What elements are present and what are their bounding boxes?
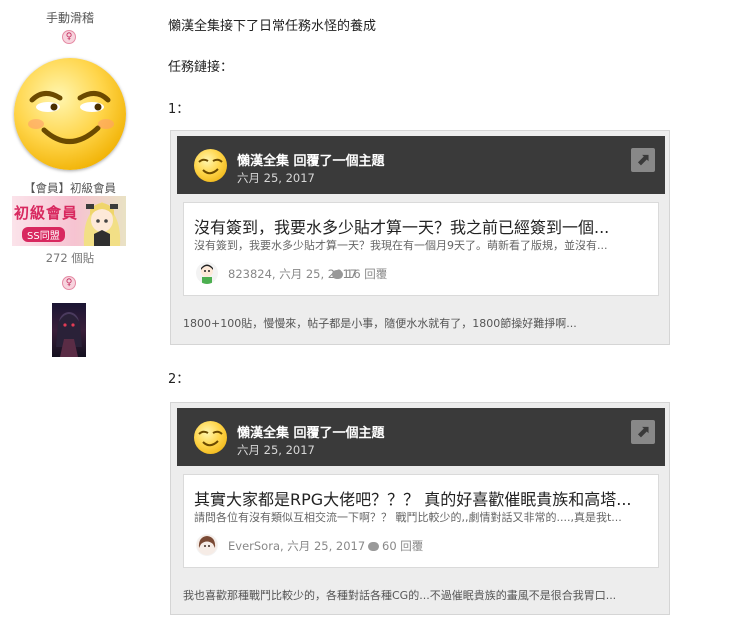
- thread-excerpt: 請問各位有沒有類似互相交流一下啊？？ 戰鬥比較少的,,劇情對話又非常的....,…: [194, 511, 622, 524]
- embedded-activity-card: 懶漢全集 回覆了一個主題 六月 25, 2017 ⬈ 其實大家都是RPG大佬吧？…: [170, 402, 670, 615]
- card-header: 懶漢全集 回覆了一個主題 六月 25, 2017 ⬈: [177, 408, 665, 466]
- embedded-activity-card: 懶漢全集 回覆了一個主題 六月 25, 2017 ⬈ 沒有簽到，我要水多少貼才算…: [170, 130, 670, 345]
- rank-badge-subtitle: SS同盟: [22, 227, 65, 242]
- reply-snippet: 我也喜歡那種戰鬥比較少的，各種對話各種CG的...不過催眠貴族的畫風不是很合我胃…: [183, 589, 617, 602]
- external-link-icon[interactable]: ⬈: [631, 420, 655, 444]
- author-avatar[interactable]: [194, 149, 227, 182]
- poster-avatar[interactable]: [196, 534, 218, 556]
- female-gender-icon: ♀: [62, 276, 76, 290]
- card-header: 懶漢全集 回覆了一個主題 六月 25, 2017 ⬈: [177, 136, 665, 194]
- female-gender-icon: ♀: [62, 30, 76, 44]
- user-avatar[interactable]: [14, 58, 126, 170]
- comment-bubble-icon: [332, 270, 343, 279]
- member-rank: 【會員】初級會員: [24, 181, 116, 195]
- reply-count-text: 16 回覆: [346, 267, 388, 281]
- rank-badge-title: 初級會員: [14, 204, 79, 222]
- smirk-face-icon: [198, 158, 223, 175]
- user-profile-column: 手動滑稽 ♀ 【會員】初級會員 初級會員 SS同盟 272 個貼 ♀: [0, 0, 140, 629]
- author-action[interactable]: 懶漢全集 回覆了一個主題: [237, 422, 385, 441]
- post-count: 272 個貼: [45, 251, 95, 265]
- chibi-avatar-icon: [201, 264, 213, 284]
- rank-badge-image: 初級會員 SS同盟: [12, 196, 126, 246]
- activity-date: 六月 25, 2017: [237, 171, 315, 185]
- activity-date: 六月 25, 2017: [237, 443, 315, 457]
- anime-girl-icon: [83, 202, 121, 246]
- smirk-face-icon: [198, 430, 223, 447]
- medal-badge-image: [52, 303, 86, 357]
- dark-character-icon: [56, 312, 82, 357]
- item-number-2: 2：: [168, 372, 190, 387]
- thread-preview[interactable]: 其實大家都是RPG大佬吧？？？ 真的好喜歡催眠貴族和高塔... 請問各位有沒有類…: [183, 474, 659, 568]
- external-link-icon[interactable]: ⬈: [631, 148, 655, 172]
- comment-bubble-icon: [368, 542, 379, 551]
- poster-and-date: EverSora, 六月 25, 2017: [228, 539, 366, 553]
- author-avatar[interactable]: [194, 421, 227, 454]
- reply-count: 60 回覆: [368, 538, 423, 554]
- thread-title[interactable]: 沒有簽到，我要水多少貼才算一天？我之前已經簽到一個...: [194, 214, 650, 238]
- brown-hair-girl-icon: [197, 535, 217, 555]
- item-number-1: 1：: [168, 102, 190, 117]
- reply-count: 16 回覆: [332, 266, 387, 282]
- thread-excerpt: 沒有簽到，我要水多少貼才算一天？我現在有一個月9天了。萌新看了版規，並沒有...: [194, 239, 608, 252]
- reply-count-text: 60 回覆: [382, 539, 424, 553]
- username-link[interactable]: 手動滑稽: [0, 9, 140, 26]
- reply-snippet: 1800+100貼，慢慢來，帖子都是小事，隨便水水就有了，1800節操好難掙啊.…: [183, 317, 577, 330]
- task-link-label: 任務鏈接：: [168, 60, 234, 75]
- thread-title[interactable]: 其實大家都是RPG大佬吧？？？ 真的好喜歡催眠貴族和高塔...: [194, 486, 650, 510]
- post-text-line: 懶漢全集接下了日常任務水怪的養成: [168, 19, 377, 34]
- smirk-face-icon: [28, 91, 114, 144]
- thread-preview[interactable]: 沒有簽到，我要水多少貼才算一天？我之前已經簽到一個... 沒有簽到，我要水多少貼…: [183, 202, 659, 296]
- poster-avatar[interactable]: [196, 262, 218, 284]
- author-action[interactable]: 懶漢全集 回覆了一個主題: [237, 150, 385, 169]
